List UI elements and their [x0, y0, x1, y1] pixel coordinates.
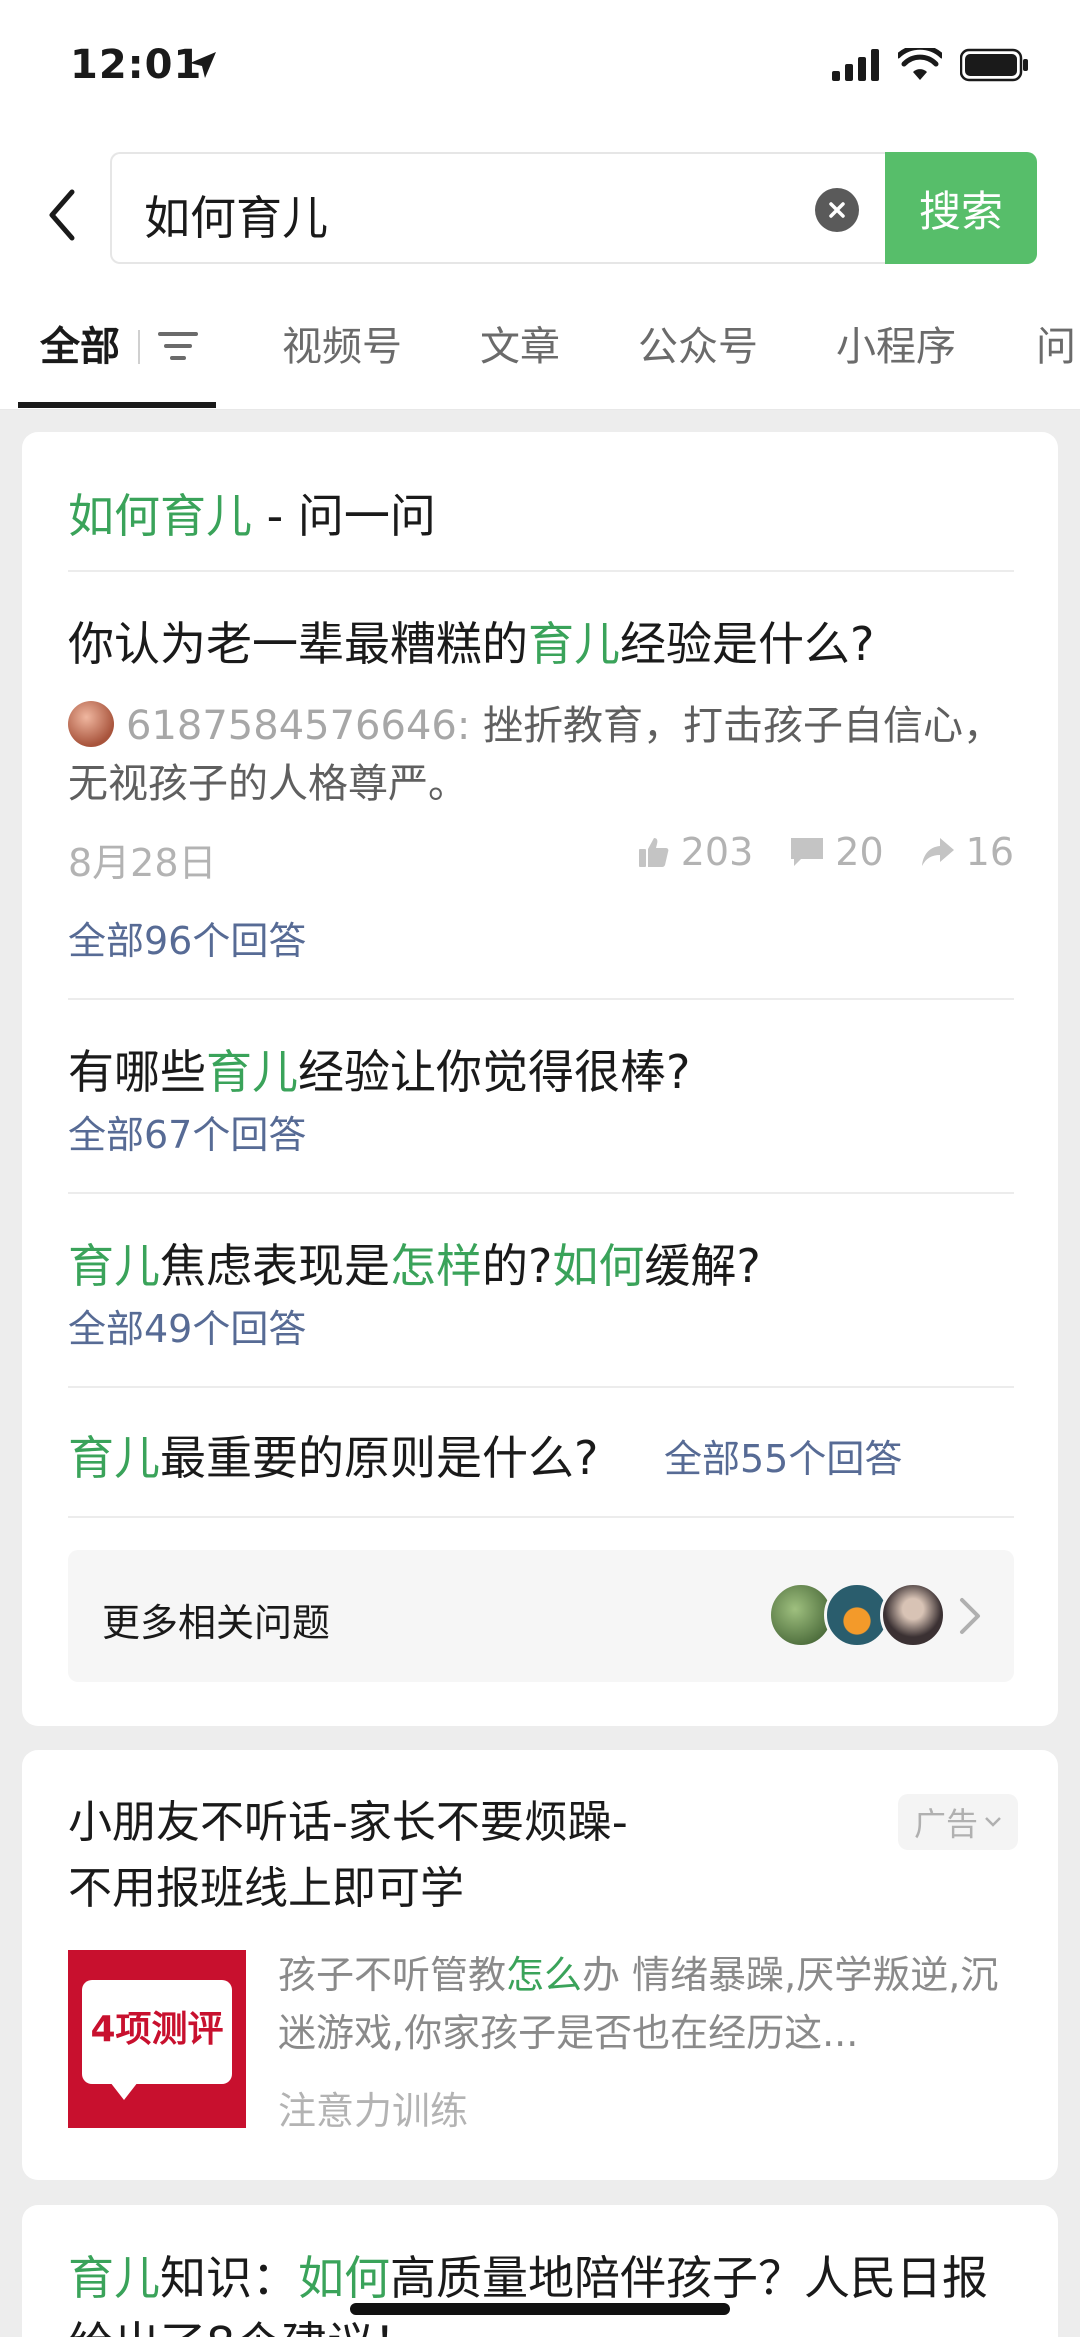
active-tab-indicator	[18, 402, 216, 408]
qa-card: 如何育儿 - 问一问 你认为老一辈最糟糕的育儿经验是什么? 6187584576…	[22, 432, 1058, 1726]
article-card[interactable]: 育儿知识：如何高质量地陪伴孩子？人民日报给出了8个建议！	[22, 2205, 1058, 2337]
ad-title[interactable]: 小朋友不听话-家长不要烦躁-不用报班线上即可学	[68, 1790, 628, 1922]
status-icons	[832, 48, 1030, 82]
ad-thumbnail-bubble: 4项测评	[82, 1980, 232, 2084]
search-input[interactable]: 如何育儿	[110, 152, 885, 264]
avatar	[880, 1582, 946, 1648]
search-query-text[interactable]: 如何育儿	[144, 182, 328, 248]
article-title[interactable]: 育儿知识：如何高质量地陪伴孩子？人民日报给出了8个建议！	[68, 2245, 1028, 2337]
question-1-title[interactable]: 你认为老一辈最糟糕的育儿经验是什么?	[68, 608, 874, 674]
ad-thumbnail[interactable]: 4项测评	[68, 1950, 246, 2128]
more-related-questions-label: 更多相关问题	[102, 1601, 331, 1645]
more-related-questions-button[interactable]: 更多相关问题	[68, 1550, 1014, 1682]
comment-icon	[791, 838, 824, 866]
title-suffix: - 问一问	[252, 489, 436, 543]
question-2-title[interactable]: 有哪些育儿经验让你觉得很棒?	[68, 1036, 690, 1102]
divider	[68, 998, 1014, 1000]
related-avatars	[768, 1582, 946, 1652]
qa-section-title[interactable]: 如何育儿 - 问一问	[68, 480, 436, 546]
clear-search-button[interactable]	[815, 188, 859, 232]
tab-divider	[138, 330, 140, 364]
back-arrow-icon[interactable]	[40, 180, 84, 250]
cellular-signal-icon	[832, 49, 879, 81]
question-4-all-answers-link[interactable]: 全部55个回答	[664, 1428, 902, 1483]
tab-articles[interactable]: 文章	[480, 314, 560, 372]
question-2-all-answers-link[interactable]: 全部67个回答	[68, 1104, 306, 1159]
question-3-all-answers-link[interactable]: 全部49个回答	[68, 1298, 306, 1353]
question-4-title[interactable]: 育儿最重要的原则是什么?	[68, 1422, 598, 1488]
battery-icon	[960, 48, 1028, 82]
title-keyword: 如何育儿	[68, 489, 252, 543]
chevron-right-icon	[960, 1598, 980, 1634]
category-tabs: 全部 视频号 文章 公众号 小程序 问	[0, 290, 1080, 410]
search-button[interactable]: 搜索	[885, 152, 1037, 264]
wifi-icon	[898, 48, 942, 80]
tab-all[interactable]: 全部	[40, 314, 120, 372]
tab-mini-programs[interactable]: 小程序	[836, 314, 956, 372]
close-icon	[829, 202, 845, 218]
comment-count[interactable]: 20	[789, 830, 884, 874]
location-arrow-icon	[190, 52, 216, 78]
like-count[interactable]: 203	[637, 830, 753, 874]
share-count[interactable]: 16	[920, 830, 1014, 874]
tab-official-accounts[interactable]: 公众号	[638, 314, 758, 372]
tab-channels[interactable]: 视频号	[282, 314, 402, 372]
question-1-date: 8月28日	[68, 841, 217, 885]
divider	[68, 1516, 1014, 1518]
tab-ask[interactable]: 问	[1036, 314, 1076, 372]
divider	[68, 1192, 1014, 1194]
question-3-title[interactable]: 育儿焦虑表现是怎样的?如何缓解?	[68, 1230, 761, 1296]
ad-source: 注意力训练	[278, 2089, 469, 2133]
answer-author: 6187584576646:	[126, 703, 471, 749]
question-1-top-answer[interactable]: 6187584576646: 挫折教育，打击孩子自信心，无视孩子的人格尊严。	[68, 697, 1018, 813]
divider	[68, 570, 1014, 572]
divider	[68, 1386, 1014, 1388]
ad-badge[interactable]: 广告	[898, 1794, 1018, 1850]
home-indicator[interactable]	[350, 2303, 730, 2315]
share-icon	[921, 838, 954, 866]
thumbs-up-icon	[638, 838, 669, 867]
chevron-down-icon	[985, 1817, 1001, 1827]
ad-thumbnail-bubble-tail	[110, 2082, 138, 2100]
ad-thumbnail-text: 4项测评	[90, 2009, 224, 2050]
search-header: 如何育儿 搜索	[0, 140, 1080, 290]
status-time: 12:01	[70, 42, 203, 88]
ad-description: 孩子不听管教怎么办 情绪暴躁,厌学叛逆,沉迷游戏,你家孩子是否也在经历这...	[278, 1953, 999, 2055]
question-1-all-answers-link[interactable]: 全部96个回答	[68, 910, 306, 965]
question-1-stats: 203 20 16	[637, 830, 1014, 874]
avatar	[68, 701, 114, 747]
filter-icon[interactable]	[156, 326, 200, 366]
ad-card[interactable]: 小朋友不听话-家长不要烦躁-不用报班线上即可学 广告 4项测评 孩子不听管教怎么…	[22, 1750, 1058, 2180]
status-bar: 12:01	[0, 0, 1080, 140]
